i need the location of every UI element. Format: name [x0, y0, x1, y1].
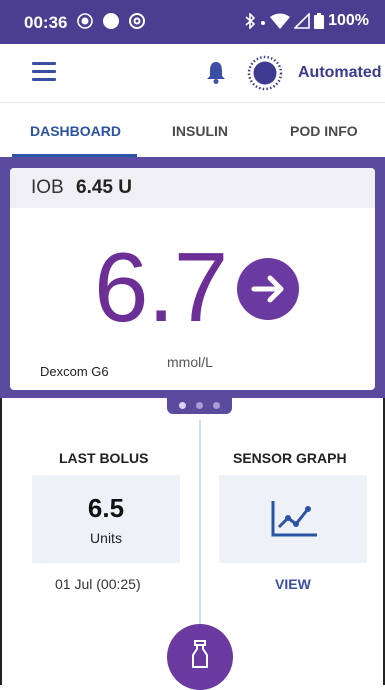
status-circle-icon — [103, 13, 119, 29]
automated-mode-label[interactable]: Automated — [298, 64, 382, 82]
tab-insulin[interactable]: INSULIN — [172, 123, 228, 139]
bolus-button[interactable] — [167, 624, 233, 690]
page-dot-1[interactable] — [179, 402, 186, 409]
tab-bar: DASHBOARD INSULIN POD INFO — [0, 103, 385, 157]
glucose-card[interactable]: IOB 6.45 U 6.7 mmol/L Dexcom G6 — [10, 168, 375, 390]
arrow-right-icon — [237, 258, 299, 320]
sensor-graph-title: SENSOR GRAPH — [233, 450, 347, 466]
tab-pod-info[interactable]: POD INFO — [290, 123, 358, 139]
battery-percent: 100% — [328, 12, 369, 29]
tab-dashboard[interactable]: DASHBOARD — [30, 123, 121, 139]
sensor-name: Dexcom G6 — [40, 364, 109, 379]
glucose-unit: mmol/L — [167, 354, 213, 370]
page-dot-3[interactable] — [213, 402, 220, 409]
bolus-vial-icon — [192, 640, 208, 668]
status-bar: 00:36 100% — [0, 0, 385, 44]
glucose-value: 6.7 — [94, 232, 228, 342]
line-chart-icon — [271, 501, 317, 537]
column-divider — [199, 420, 201, 625]
battery-icon — [314, 13, 325, 29]
last-bolus-tile: 6.5 Units — [32, 475, 180, 563]
bluetooth-icon — [245, 13, 256, 29]
view-sensor-graph-link[interactable]: VIEW — [275, 576, 311, 592]
status-dot-icon — [77, 13, 93, 29]
signal-icon — [294, 13, 310, 29]
page-indicator[interactable] — [167, 397, 232, 414]
iob-row: IOB 6.45 U — [10, 168, 375, 208]
iob-value: 6.45 U — [76, 177, 132, 198]
last-bolus-unit: Units — [90, 530, 122, 546]
sensor-graph-tile[interactable] — [219, 475, 367, 563]
status-small-dot-icon — [261, 21, 266, 25]
last-bolus-date: 01 Jul (00:25) — [55, 576, 141, 592]
hamburger-menu-icon[interactable] — [32, 62, 56, 82]
automated-mode-icon[interactable] — [247, 55, 283, 91]
status-time: 00:36 — [24, 13, 68, 32]
status-at-icon — [129, 13, 145, 29]
last-bolus-value: 6.5 — [87, 493, 125, 523]
status-right-cluster: 100% — [244, 12, 369, 30]
notification-bell-icon[interactable] — [205, 60, 227, 84]
app-bar: Automated — [0, 44, 385, 103]
iob-label: IOB — [31, 177, 64, 198]
last-bolus-title: LAST BOLUS — [59, 450, 149, 466]
wifi-icon — [270, 13, 291, 29]
page-dot-2[interactable] — [196, 402, 203, 409]
